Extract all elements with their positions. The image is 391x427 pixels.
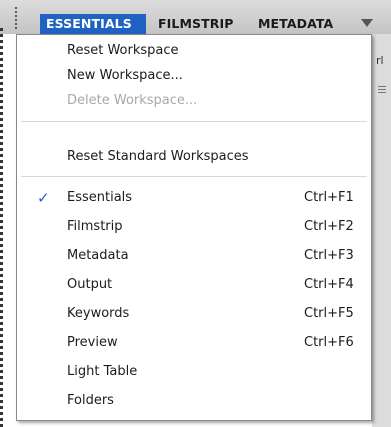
menu-item-label: Light Table [67,364,138,379]
menu-item-shortcut: Ctrl+F6 [304,335,354,350]
tab-filmstrip[interactable]: FILMSTRIP [152,14,244,34]
workspace-switcher-bar: ESSENTIALS FILMSTRIP METADATA [0,0,391,34]
menu-item-label: Filmstrip [67,219,123,234]
menu-item-reset-workspace[interactable]: Reset Workspace [17,39,371,63]
menu-item-shortcut: Ctrl+F4 [304,277,354,292]
background-panel-text: rl [376,54,384,67]
workspace-menu-arrow-icon[interactable] [361,19,373,27]
menu-item-new-workspace[interactable]: New Workspace... [17,64,371,88]
panel-grip-icon [378,86,386,94]
menu-item-label: Essentials [67,190,133,205]
drag-grip-icon[interactable] [14,6,18,30]
menu-item-shortcut: Ctrl+F3 [304,248,354,263]
tab-essentials[interactable]: ESSENTIALS [40,14,146,34]
menu-item-preview[interactable]: Preview Ctrl+F6 [17,331,371,355]
menu-item-label: Metadata [67,248,129,263]
menu-separator [21,121,367,122]
menu-item-keywords[interactable]: Keywords Ctrl+F5 [17,302,371,326]
menu-item-label: Reset Standard Workspaces [67,149,249,164]
menu-item-label: Keywords [67,306,130,321]
tab-metadata[interactable]: METADATA [252,14,346,34]
menu-item-label: Reset Workspace [67,43,179,58]
menu-item-delete-workspace: Delete Workspace... [17,89,371,113]
menu-item-shortcut: Ctrl+F5 [304,306,354,321]
menu-item-metadata[interactable]: Metadata Ctrl+F3 [17,244,371,268]
menu-item-label: Output [67,277,113,292]
menu-item-reset-standard-workspaces[interactable]: Reset Standard Workspaces [17,145,371,169]
menu-item-label: New Workspace... [67,68,183,83]
background-panel: rl [372,34,391,427]
menu-separator [21,176,367,177]
menu-item-label: Delete Workspace... [67,93,198,108]
menu-item-shortcut: Ctrl+F2 [304,219,354,234]
menu-item-shortcut: Ctrl+F1 [304,190,354,205]
panel-edge-divider [0,28,3,427]
checkmark-icon: ✓ [37,189,50,207]
menu-item-label: Folders [67,393,114,408]
menu-item-output[interactable]: Output Ctrl+F4 [17,273,371,297]
menu-item-essentials[interactable]: ✓ Essentials Ctrl+F1 [17,186,371,210]
menu-item-folders[interactable]: Folders [17,389,371,413]
menu-item-label: Preview [67,335,118,350]
menu-item-filmstrip[interactable]: Filmstrip Ctrl+F2 [17,215,371,239]
workspace-dropdown-menu: Reset Workspace New Workspace... Delete … [16,34,372,421]
menu-item-light-table[interactable]: Light Table [17,360,371,384]
